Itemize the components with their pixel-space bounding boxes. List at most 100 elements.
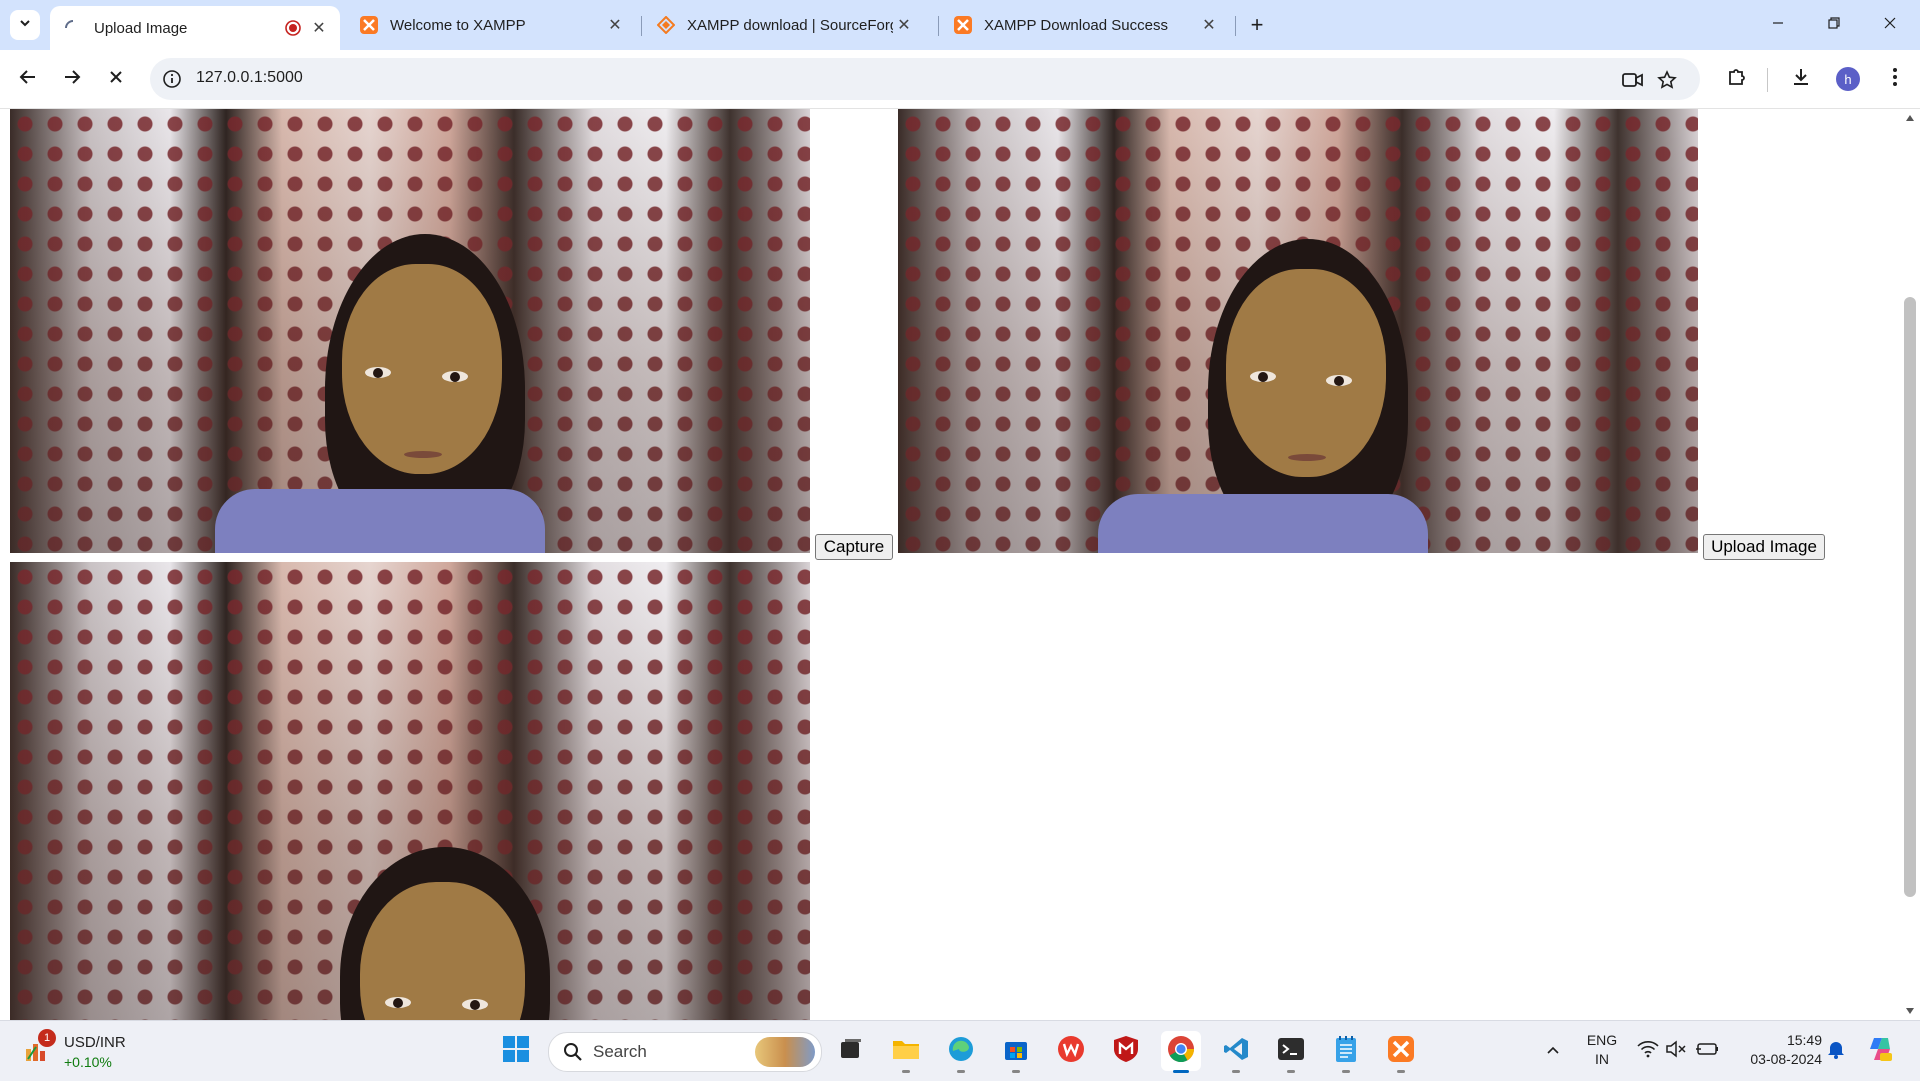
search-placeholder: Search bbox=[593, 1042, 647, 1061]
tab-xampp-download-success[interactable]: XAMPP Download Success ✕ bbox=[940, 8, 1230, 42]
xampp-icon bbox=[1387, 1035, 1415, 1068]
notepad-button[interactable] bbox=[1326, 1031, 1366, 1073]
tab-strip: Upload Image ✕ Welcome to XAMPP ✕ XAMPP … bbox=[0, 0, 1920, 50]
battery-charging-icon bbox=[1695, 1041, 1719, 1062]
start-button[interactable] bbox=[496, 1031, 536, 1071]
tab-upload-image[interactable]: Upload Image ✕ bbox=[50, 6, 340, 50]
bell-icon bbox=[1827, 1039, 1845, 1064]
wps-office-button[interactable] bbox=[1051, 1031, 1091, 1071]
tab-title: XAMPP download | SourceForge bbox=[687, 16, 893, 34]
clock-time: 15:49 bbox=[1786, 1032, 1822, 1048]
chrome-icon bbox=[1167, 1035, 1195, 1068]
volume-status[interactable] bbox=[1664, 1021, 1688, 1081]
notifications-button[interactable] bbox=[1824, 1021, 1848, 1081]
close-icon[interactable]: ✕ bbox=[893, 14, 915, 36]
address-text[interactable]: 127.0.0.1:5000 bbox=[196, 69, 303, 87]
tab-separator bbox=[1235, 16, 1236, 36]
close-icon bbox=[108, 69, 124, 90]
person-figure bbox=[10, 109, 810, 553]
address-bar[interactable]: 127.0.0.1:5000 bbox=[150, 58, 1700, 100]
person-figure bbox=[898, 109, 1698, 553]
store-icon bbox=[1003, 1036, 1029, 1067]
person-figure bbox=[10, 562, 810, 1020]
language-code: ENG bbox=[1586, 1032, 1618, 1048]
task-view-button[interactable] bbox=[831, 1031, 871, 1071]
widget-value: +0.10% bbox=[64, 1054, 112, 1070]
notepad-icon bbox=[1334, 1035, 1358, 1068]
upload-image-button[interactable]: Upload Image bbox=[1703, 534, 1825, 560]
language-indicator[interactable]: ENG IN bbox=[1580, 1031, 1624, 1069]
sourceforge-icon bbox=[657, 16, 675, 34]
close-icon[interactable]: ✕ bbox=[1198, 14, 1220, 36]
currency-widget[interactable]: 1 USD/INR +0.10% bbox=[24, 1029, 184, 1075]
downloads-button[interactable] bbox=[1786, 64, 1816, 94]
battery-status[interactable] bbox=[1694, 1021, 1720, 1081]
mcafee-shield-icon bbox=[1113, 1035, 1139, 1068]
close-icon bbox=[1883, 16, 1897, 35]
windows-taskbar: 1 USD/INR +0.10% Search ENG IN 15:49 03-… bbox=[0, 1020, 1920, 1081]
extensions-button[interactable] bbox=[1722, 64, 1752, 94]
edge-button[interactable] bbox=[941, 1031, 981, 1073]
volume-muted-icon bbox=[1665, 1039, 1687, 1063]
mcafee-button[interactable] bbox=[1106, 1031, 1146, 1071]
xampp-icon bbox=[954, 16, 972, 34]
xampp-control-button[interactable] bbox=[1381, 1031, 1421, 1073]
close-icon[interactable]: ✕ bbox=[308, 17, 330, 39]
toolbar-divider bbox=[1767, 68, 1768, 92]
menu-button[interactable] bbox=[1880, 64, 1910, 94]
notification-badge: 1 bbox=[38, 1029, 56, 1047]
minimize-button[interactable] bbox=[1750, 0, 1806, 50]
stop-loading-button[interactable] bbox=[100, 63, 132, 95]
loading-spinner-icon bbox=[64, 19, 82, 37]
webcam-video bbox=[10, 109, 810, 553]
recording-icon bbox=[284, 19, 302, 37]
terminal-button[interactable] bbox=[1271, 1031, 1311, 1073]
chevron-up-icon bbox=[1546, 1042, 1560, 1060]
wifi-status[interactable] bbox=[1636, 1021, 1660, 1081]
folder-icon bbox=[892, 1037, 920, 1066]
capture-button[interactable]: Capture bbox=[815, 534, 893, 560]
tab-separator bbox=[938, 16, 939, 36]
browser-toolbar: 127.0.0.1:5000 bbox=[0, 50, 1920, 109]
minimize-icon bbox=[1771, 16, 1785, 35]
scroll-up-arrow-icon[interactable] bbox=[1906, 115, 1914, 121]
xampp-icon bbox=[360, 16, 378, 34]
copilot-button[interactable] bbox=[1864, 1021, 1896, 1081]
terminal-icon bbox=[1277, 1037, 1305, 1066]
edge-icon bbox=[947, 1035, 975, 1068]
file-explorer-button[interactable] bbox=[886, 1031, 926, 1073]
chrome-button[interactable] bbox=[1161, 1031, 1201, 1073]
close-icon[interactable]: ✕ bbox=[604, 14, 626, 36]
show-hidden-icons-button[interactable] bbox=[1540, 1021, 1566, 1081]
tab-title: Welcome to XAMPP bbox=[390, 16, 526, 34]
forward-button[interactable] bbox=[56, 63, 88, 95]
tab-title: XAMPP Download Success bbox=[984, 16, 1168, 34]
taskbar-search[interactable]: Search bbox=[548, 1032, 822, 1072]
tab-separator bbox=[641, 16, 642, 36]
clock-date: 03-08-2024 bbox=[1750, 1051, 1822, 1067]
vscode-button[interactable] bbox=[1216, 1031, 1256, 1073]
scroll-down-arrow-icon[interactable] bbox=[1906, 1008, 1914, 1014]
uploaded-image bbox=[10, 562, 810, 1020]
tab-welcome-xampp[interactable]: Welcome to XAMPP ✕ bbox=[346, 8, 636, 42]
profile-avatar[interactable]: h bbox=[1836, 67, 1860, 91]
new-tab-button[interactable]: + bbox=[1244, 12, 1270, 38]
site-info-icon[interactable] bbox=[162, 69, 182, 89]
captured-canvas bbox=[898, 109, 1698, 553]
camera-in-use-icon[interactable] bbox=[1622, 69, 1644, 91]
task-view-icon bbox=[838, 1036, 864, 1067]
copilot-icon bbox=[1866, 1035, 1894, 1068]
scroll-thumb[interactable] bbox=[1904, 297, 1916, 897]
system-clock[interactable]: 15:49 03-08-2024 bbox=[1732, 1031, 1822, 1069]
microsoft-store-button[interactable] bbox=[996, 1031, 1036, 1073]
restore-button[interactable] bbox=[1806, 0, 1862, 50]
widget-title: USD/INR bbox=[64, 1034, 126, 1051]
download-icon bbox=[1791, 67, 1811, 92]
tab-sourceforge[interactable]: XAMPP download | SourceForge ✕ bbox=[643, 8, 933, 42]
close-window-button[interactable] bbox=[1862, 0, 1918, 50]
bookmark-star-icon[interactable] bbox=[1656, 69, 1678, 91]
tab-search-button[interactable] bbox=[10, 10, 40, 40]
page-scrollbar[interactable] bbox=[1900, 109, 1920, 1020]
plus-icon: + bbox=[1250, 12, 1264, 37]
back-button[interactable] bbox=[12, 63, 44, 95]
